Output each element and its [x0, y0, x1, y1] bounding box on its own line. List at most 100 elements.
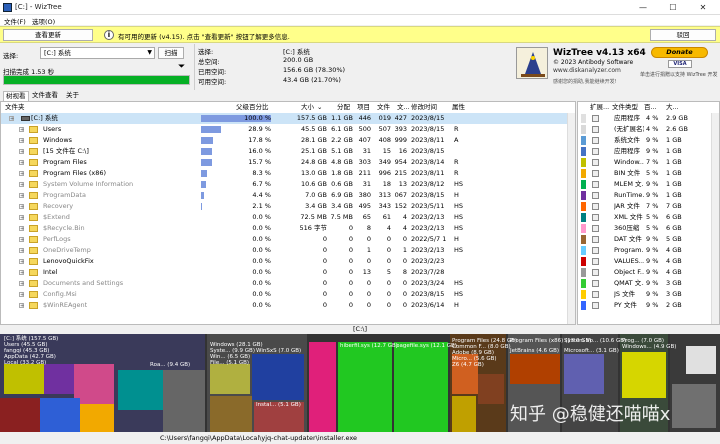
ext-row[interactable]: MLEM 文...9 % 1 GB: [578, 179, 710, 190]
expand-icon[interactable]: +: [19, 160, 24, 166]
tree-row[interactable]: + Program Files 15.7 % 24.8 GB 4.8 GB 303 349 9…: [1, 157, 575, 168]
expand-icon[interactable]: +: [19, 215, 24, 221]
tree-row[interactable]: + System Volume Information 6.7 % 10.6 GB 0.…: [1, 179, 575, 190]
menu-file[interactable]: 文件(F): [4, 16, 26, 26]
minimize-button[interactable]: —: [628, 0, 658, 15]
tree-row[interactable]: + OneDriveTemp 0.0 % 0 0 1 0 1 2023/2/13 HS: [1, 245, 575, 256]
ext-row[interactable]: RunTime...9 % 1 GB: [578, 190, 710, 201]
tm-block[interactable]: [74, 364, 114, 404]
tree-row[interactable]: + [C:] 系统 100.0 % 157.5 GB 1.1 GB 446 019 427 20…: [1, 113, 575, 124]
ext-row[interactable]: 系统文件 9 % 1 GB: [578, 135, 710, 146]
col-ext-size[interactable]: 大...: [666, 102, 679, 113]
ext-row[interactable]: JS 文件 9 % 3 GB: [578, 289, 710, 300]
tm-block[interactable]: [510, 354, 560, 384]
tm-block[interactable]: [118, 370, 163, 410]
expand-icon[interactable]: +: [19, 259, 24, 265]
tree-row[interactable]: + Recovery 2.1 % 3.4 GB 3.4 GB 495 343 152 2023/…: [1, 201, 575, 212]
tree-row[interactable]: + $Recycle.Bin 0.0 % 516 字节 0 8 4 4 2023/2/13 HS: [1, 223, 575, 234]
ext-row[interactable]: Window... 7 % 1 GB: [578, 157, 710, 168]
tab-about[interactable]: 关于: [64, 91, 81, 101]
tree-row[interactable]: + [15 文件在 C:\] 16.0 % 25.1 GB 5.1 GB 31 15 16 20…: [1, 146, 575, 157]
expand-icon[interactable]: +: [19, 303, 24, 309]
tree-row[interactable]: + $WinREAgent 0.0 % 0 0 0 0 0 2023/6/14 H: [1, 300, 575, 311]
expand-icon[interactable]: +: [19, 292, 24, 298]
tm-block[interactable]: [44, 364, 74, 394]
donate-button[interactable]: Donate: [651, 47, 708, 58]
tree-row[interactable]: + Config.Msi 0.0 % 0 0 0 0 0 2023/8/15 HS: [1, 289, 575, 300]
ext-row[interactable]: BIN 文件 5 % 1 GB: [578, 168, 710, 179]
tm-block[interactable]: [622, 352, 666, 398]
ext-row[interactable]: VALUES... 9 % 4 GB: [578, 256, 710, 267]
expand-icon[interactable]: +: [19, 204, 24, 210]
tm-block[interactable]: [163, 370, 205, 432]
scan-button[interactable]: 扫描: [158, 47, 184, 59]
col-ext-percent[interactable]: 百...: [644, 102, 657, 113]
dismiss-button[interactable]: 驳回: [650, 29, 716, 41]
col-parent-percent[interactable]: 父级百分比: [236, 102, 269, 113]
tm-block[interactable]: [686, 346, 716, 374]
col-file-type[interactable]: 文件类型: [612, 102, 638, 113]
col-files[interactable]: 文件: [377, 102, 390, 113]
expand-icon[interactable]: +: [19, 226, 24, 232]
tree-row[interactable]: + Intel 0.0 % 0 0 13 5 8 2023/7/28: [1, 267, 575, 278]
tree-scrollbar[interactable]: [567, 113, 575, 324]
ext-row[interactable]: QMAT 文...9 % 3 GB: [578, 278, 710, 289]
tm-block[interactable]: [0, 398, 40, 432]
tm-block[interactable]: [210, 396, 252, 432]
tm-block[interactable]: [40, 398, 80, 432]
tree-row[interactable]: + Program Files (x86) 8.3 % 13.0 GB 1.8 GB 21…: [1, 168, 575, 179]
tm-hiberfil[interactable]: [338, 342, 392, 432]
col-items[interactable]: 项目: [357, 102, 370, 113]
tm-block[interactable]: [80, 404, 114, 432]
website-link[interactable]: www.diskanalyzer.com: [553, 67, 621, 74]
tm-block[interactable]: [309, 342, 336, 432]
tm-block[interactable]: [672, 384, 716, 428]
ext-row[interactable]: Object F... 9 % 4 GB: [578, 267, 710, 278]
check-update-button[interactable]: 查看更新: [3, 29, 93, 41]
col-folder[interactable]: 文件夹: [5, 102, 25, 113]
expand-icon[interactable]: +: [19, 149, 24, 155]
tree-row[interactable]: + PerfLogs 0.0 % 0 0 0 0 0 2022/5/7 1 H: [1, 234, 575, 245]
tree-row[interactable]: + Users 28.9 % 45.5 GB 6.1 GB 500 507 393 2023/8…: [1, 124, 575, 135]
tm-pagefile[interactable]: [394, 342, 448, 432]
col-extension[interactable]: 扩展...: [590, 102, 609, 113]
expand-icon[interactable]: +: [19, 237, 24, 243]
tab-file-view[interactable]: 文件查看: [30, 91, 60, 101]
ext-row[interactable]: 360压缩 5 % 6 GB: [578, 223, 710, 234]
tm-block[interactable]: [452, 396, 476, 432]
ext-row[interactable]: 应用程序 4 % 2.9 GB: [578, 113, 710, 124]
menu-options[interactable]: 选项(O): [32, 16, 55, 26]
maximize-button[interactable]: ☐: [658, 0, 688, 15]
tree-row[interactable]: + Documents and Settings 0.0 % 0 0 0 0 0 2023/3/…: [1, 278, 575, 289]
ext-row[interactable]: XML 文件 5 % 6 GB: [578, 212, 710, 223]
expand-icon[interactable]: +: [9, 116, 14, 122]
tm-block[interactable]: [478, 374, 504, 404]
expand-icon[interactable]: +: [19, 248, 24, 254]
col-size[interactable]: 大小: [301, 102, 314, 113]
close-window-button[interactable]: ✕: [688, 0, 718, 15]
tm-block[interactable]: [252, 354, 304, 400]
col-folders[interactable]: 文...: [397, 102, 410, 113]
tm-block[interactable]: [210, 364, 250, 394]
expand-icon[interactable]: +: [19, 171, 24, 177]
ext-scrollbar[interactable]: [711, 113, 719, 324]
tree-row[interactable]: + LenovoQuickFix 0.0 % 0 0 0 0 0 2023/2/23: [1, 256, 575, 267]
ext-row[interactable]: PY 文件 9 % 2 GB: [578, 300, 710, 311]
tree-row[interactable]: + ProgramData 4.4 % 7.0 GB 6.9 GB 380 313 067 20…: [1, 190, 575, 201]
expand-icon[interactable]: +: [19, 182, 24, 188]
tm-block[interactable]: [564, 354, 604, 394]
tree-row[interactable]: + $Extend 0.0 % 72.5 MB 7.5 MB 65 61 4 2023/2/13…: [1, 212, 575, 223]
tree-row[interactable]: + Windows 17.8 % 28.1 GB 2.2 GB 407 408 999 2023…: [1, 135, 575, 146]
expand-icon[interactable]: +: [19, 193, 24, 199]
ext-row[interactable]: 应用程序 9 % 1 GB: [578, 146, 710, 157]
filter-icon[interactable]: ⏷: [178, 62, 185, 72]
ext-row[interactable]: Program...9 % 4 GB: [578, 245, 710, 256]
ext-row[interactable]: DAT 文件 9 % 5 GB: [578, 234, 710, 245]
col-allocated[interactable]: 分配: [337, 102, 350, 113]
ext-row[interactable]: JAR 文件 7 % 7 GB: [578, 201, 710, 212]
tm-block[interactable]: [4, 364, 44, 394]
expand-icon[interactable]: +: [19, 270, 24, 276]
col-attributes[interactable]: 属性: [452, 102, 465, 113]
expand-icon[interactable]: +: [19, 281, 24, 287]
expand-icon[interactable]: +: [19, 138, 24, 144]
